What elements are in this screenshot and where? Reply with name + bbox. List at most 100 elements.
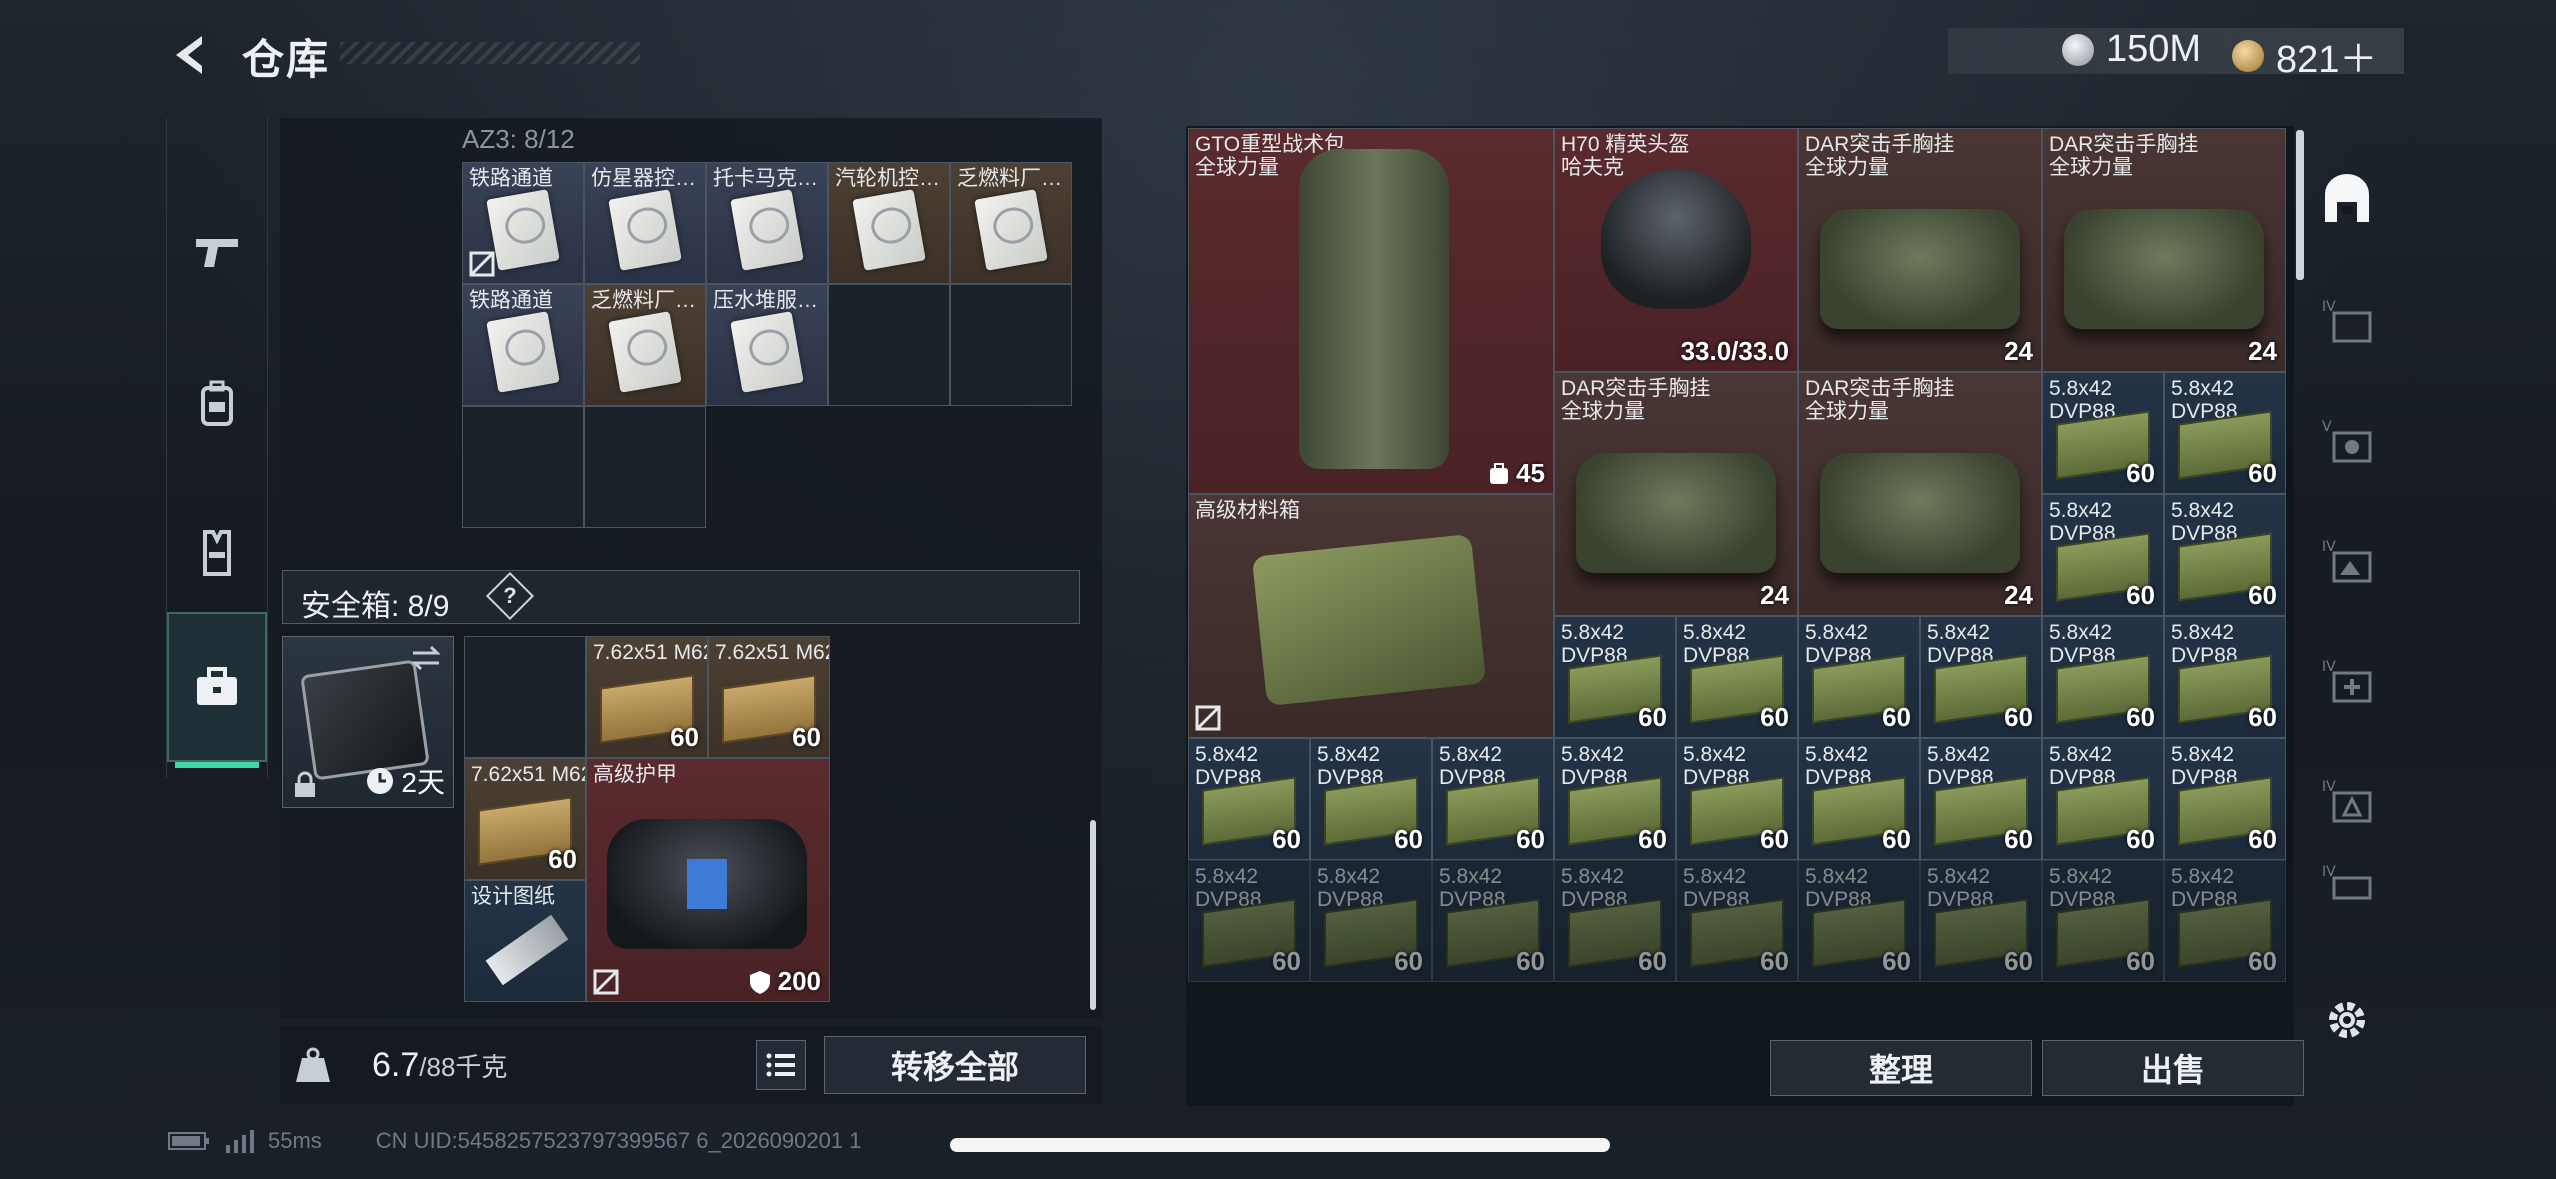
safebox-duration: 2天 <box>401 767 445 798</box>
nav-weapons[interactable] <box>167 178 267 328</box>
ammo-item[interactable]: 5.8x42 DVP88 60 <box>2042 494 2164 616</box>
armor-item[interactable]: 高级护甲 200 <box>586 758 830 1002</box>
stash-tab-3[interactable]: IV <box>2310 500 2384 620</box>
ammo-item[interactable]: 5.8x42 DVP88 60 <box>2164 372 2286 494</box>
chest-rig-item[interactable]: DAR突击手胸挂 全球力量 24 <box>1798 128 2042 372</box>
chest-rig-item[interactable]: DAR突击手胸挂 全球力量 24 <box>1554 372 1798 616</box>
ammo-item[interactable]: 5.8x42 DVP88 60 <box>1554 616 1676 738</box>
ammo-item[interactable]: 5.8x42 DVP88 60 <box>1554 738 1676 860</box>
item-count: 60 <box>1516 824 1545 854</box>
transfer-all-button[interactable]: 转移全部 <box>824 1036 1086 1094</box>
empty-slot[interactable] <box>464 636 586 758</box>
keycard-item[interactable]: 乏燃料厂… <box>950 162 1072 284</box>
ammo-item[interactable]: 5.8x42 DVP88 60 <box>1920 738 2042 860</box>
ammo-caliber: 5.8x42 <box>2049 621 2113 644</box>
backpack-image <box>1299 149 1449 469</box>
ammo-item[interactable]: 5.8x42 DVP88 60 <box>1432 860 1554 982</box>
home-indicator[interactable] <box>950 1138 1610 1152</box>
sort-button[interactable]: 整理 <box>1770 1040 2032 1096</box>
list-view-button[interactable] <box>756 1040 806 1090</box>
ammo-item[interactable]: 5.8x42 DVP88 60 <box>1798 738 1920 860</box>
ammo-item[interactable]: 5.8x42 DVP88 60 <box>1920 616 2042 738</box>
item-count: 60 <box>1760 824 1789 854</box>
safebox-container[interactable]: 2天 <box>282 636 454 808</box>
ammo-item[interactable]: 5.8x42 DVP88 60 <box>2042 372 2164 494</box>
ammo-item[interactable]: 7.62x51 M62 60 <box>586 636 708 758</box>
ammo-item[interactable]: 5.8x42 DVP88 60 <box>1676 738 1798 860</box>
item-count: 60 <box>1760 702 1789 732</box>
ammo-caliber: 5.8x42 <box>2049 377 2113 400</box>
chest-rig-item[interactable]: DAR突击手胸挂 全球力量 24 <box>2042 128 2286 372</box>
keycard-image <box>608 189 682 272</box>
helmet-item[interactable]: H70 精英头盔 哈夫克 33.0/33.0 <box>1554 128 1798 372</box>
swap-icon[interactable] <box>409 643 443 673</box>
ammo-item[interactable]: 5.8x42 DVP88 60 <box>1676 616 1798 738</box>
ammo-item[interactable]: 5.8x42 DVP88 60 <box>1188 738 1310 860</box>
ammo-item[interactable]: 5.8x42 DVP88 60 <box>2164 738 2286 860</box>
ammo-item[interactable]: 5.8x42 DVP88 60 <box>1798 616 1920 738</box>
ammo-item[interactable]: 7.62x51 M62 60 <box>464 758 586 880</box>
stash-tab-1[interactable]: IV <box>2310 260 2384 380</box>
back-arrow-icon[interactable] <box>168 30 218 80</box>
keycard-image <box>486 311 560 394</box>
inventory-scrollbar[interactable] <box>1090 820 1096 1010</box>
durability-value: 200 <box>777 966 821 996</box>
ammo-caliber: 5.8x42 <box>1805 621 1869 644</box>
stash-scrollbar[interactable] <box>2296 130 2304 280</box>
ammo-item[interactable]: 5.8x42 DVP88 60 <box>2164 860 2286 982</box>
keycard-item[interactable]: 仿星器控… <box>584 162 706 284</box>
keycard-item[interactable]: 托卡马克… <box>706 162 828 284</box>
ammo-item[interactable]: 5.8x42 DVP88 60 <box>1676 860 1798 982</box>
material-box-item[interactable]: 高级材料箱 <box>1188 494 1554 738</box>
item-label: DAR突击手胸挂 全球力量 <box>1805 377 1954 423</box>
stash-tab-6[interactable]: IV <box>2310 840 2384 920</box>
empty-slot[interactable] <box>462 406 584 528</box>
empty-slot[interactable] <box>950 284 1072 406</box>
gold-triangle-coin-icon <box>2232 39 2264 72</box>
ammo-caliber: 5.8x42 <box>1195 743 1259 766</box>
stash-tab-all[interactable] <box>2310 140 2384 260</box>
ammo-item[interactable]: 5.8x42 DVP88 60 <box>1554 860 1676 982</box>
ammo-item[interactable]: 5.8x42 DVP88 60 <box>1310 738 1432 860</box>
blueprint-image <box>485 914 569 986</box>
keycard-item[interactable]: 铁路通道 <box>462 162 584 284</box>
stash-page-icon: V <box>2322 419 2372 463</box>
keycard-item[interactable]: 铁路通道 <box>462 284 584 406</box>
ammo-item[interactable]: 5.8x42 DVP88 60 <box>1920 860 2042 982</box>
gold-amount: 821＋ <box>2276 39 2378 81</box>
item-label: 设计图纸 <box>471 885 555 908</box>
ammo-item[interactable]: 5.8x42 DVP88 60 <box>1310 860 1432 982</box>
keycard-item[interactable]: 压水堆服… <box>706 284 828 406</box>
sell-button[interactable]: 出售 <box>2042 1040 2304 1096</box>
chest-rig-item[interactable]: DAR突击手胸挂 全球力量 24 <box>1798 372 2042 616</box>
nav-safebox[interactable] <box>167 612 267 768</box>
ammo-item[interactable]: 5.8x42 DVP88 60 <box>1432 738 1554 860</box>
empty-slot[interactable] <box>584 406 706 528</box>
safebox-title: 安全箱: 8/9 <box>301 590 450 623</box>
keycard-item[interactable]: 汽轮机控… <box>828 162 950 284</box>
ammo-item[interactable]: 5.8x42 DVP88 60 <box>1188 860 1310 982</box>
armor-image <box>607 819 807 949</box>
gold-currency[interactable]: 821＋ <box>2232 28 2377 83</box>
ammo-item[interactable]: 5.8x42 DVP88 60 <box>1798 860 1920 982</box>
capacity-value: 45 <box>1516 458 1545 488</box>
keycard-item[interactable]: 乏燃料厂… <box>584 284 706 406</box>
backpack-item[interactable]: GTO重型战术包 全球力量 45 <box>1188 128 1554 494</box>
category-nav <box>166 118 268 778</box>
item-label: 高级材料箱 <box>1195 499 1300 522</box>
settings-button[interactable] <box>2310 980 2384 1060</box>
ammo-item[interactable]: 5.8x42 DVP88 60 <box>2164 494 2286 616</box>
ammo-item[interactable]: 5.8x42 DVP88 60 <box>2042 860 2164 982</box>
empty-slot[interactable] <box>828 284 950 406</box>
blueprint-item[interactable]: 设计图纸 <box>464 880 586 1002</box>
ammo-item[interactable]: 5.8x42 DVP88 60 <box>2042 738 2164 860</box>
ammo-item[interactable]: 5.8x42 DVP88 60 <box>2164 616 2286 738</box>
help-icon[interactable]: ? <box>485 571 535 621</box>
nav-vest[interactable] <box>167 478 267 628</box>
stash-tab-4[interactable]: IV <box>2310 620 2384 740</box>
item-name: DAR突击手胸挂 <box>2049 133 2199 156</box>
stash-tab-2[interactable]: V <box>2310 380 2384 500</box>
ammo-item[interactable]: 7.62x51 M62 60 <box>708 636 830 758</box>
ammo-item[interactable]: 5.8x42 DVP88 60 <box>2042 616 2164 738</box>
nav-backpack[interactable] <box>167 328 267 478</box>
